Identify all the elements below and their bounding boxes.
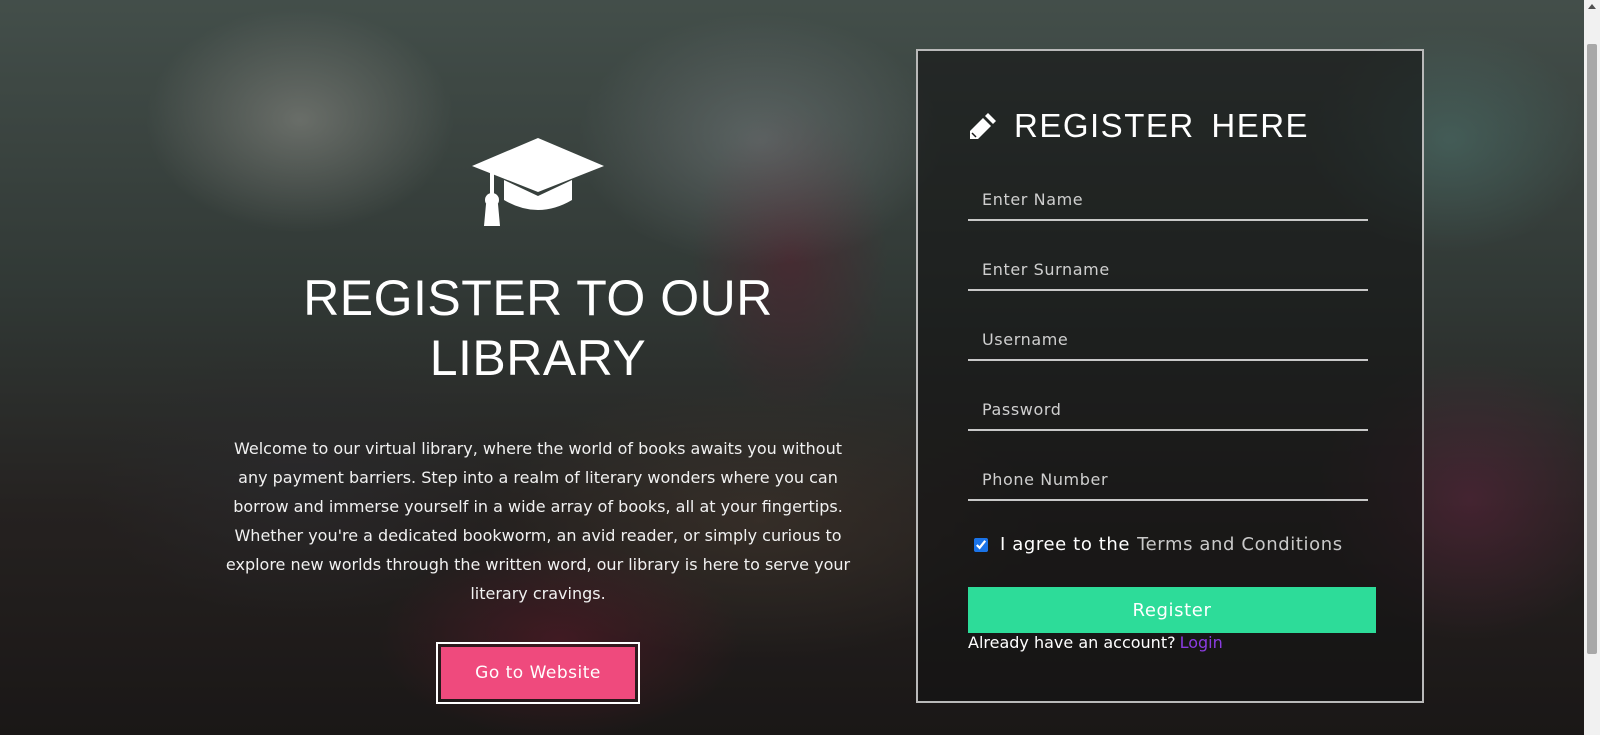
- surname-input[interactable]: [968, 249, 1368, 289]
- username-input[interactable]: [968, 319, 1368, 359]
- password-input[interactable]: [968, 389, 1368, 429]
- register-title: REGISTER HERE: [1014, 107, 1310, 144]
- register-panel: REGISTER HERE I agree to the Terms and C…: [916, 49, 1424, 703]
- scroll-up-arrow-icon[interactable]: [1588, 4, 1596, 9]
- hero-title: REGISTER TO OUR LIBRARY: [303, 270, 773, 386]
- scrollbar[interactable]: [1584, 0, 1600, 735]
- name-field: [968, 179, 1368, 221]
- surname-field: [968, 249, 1368, 291]
- graduation-cap-icon: [472, 138, 604, 226]
- hero-description: Welcome to our virtual library, where th…: [225, 439, 851, 603]
- name-input[interactable]: [968, 179, 1368, 219]
- pencil-icon: [970, 113, 996, 139]
- username-field: [968, 319, 1368, 361]
- login-prompt: Already have an account?: [968, 633, 1176, 652]
- register-header: REGISTER HERE: [968, 107, 1309, 145]
- terms-agreement: I agree to the Terms and Conditions: [974, 534, 1343, 555]
- register-button[interactable]: Register: [968, 587, 1376, 633]
- go-to-website-button[interactable]: Go to Website: [441, 647, 635, 699]
- password-field: [968, 389, 1368, 431]
- phone-field: [968, 459, 1368, 501]
- login-row: Already have an account? Login: [968, 633, 1223, 652]
- scrollbar-thumb[interactable]: [1587, 44, 1597, 654]
- page: REGISTER TO OUR LIBRARY Welcome to our v…: [0, 0, 1600, 735]
- terms-link[interactable]: Terms and Conditions: [1137, 534, 1343, 555]
- phone-input[interactable]: [968, 459, 1368, 499]
- terms-checkbox[interactable]: [974, 537, 988, 552]
- login-link[interactable]: Login: [1180, 633, 1223, 652]
- agree-label: I agree to the: [1000, 534, 1131, 555]
- go-to-website-button-frame: Go to Website: [436, 642, 640, 704]
- hero-section: REGISTER TO OUR LIBRARY Welcome to our v…: [222, 130, 854, 704]
